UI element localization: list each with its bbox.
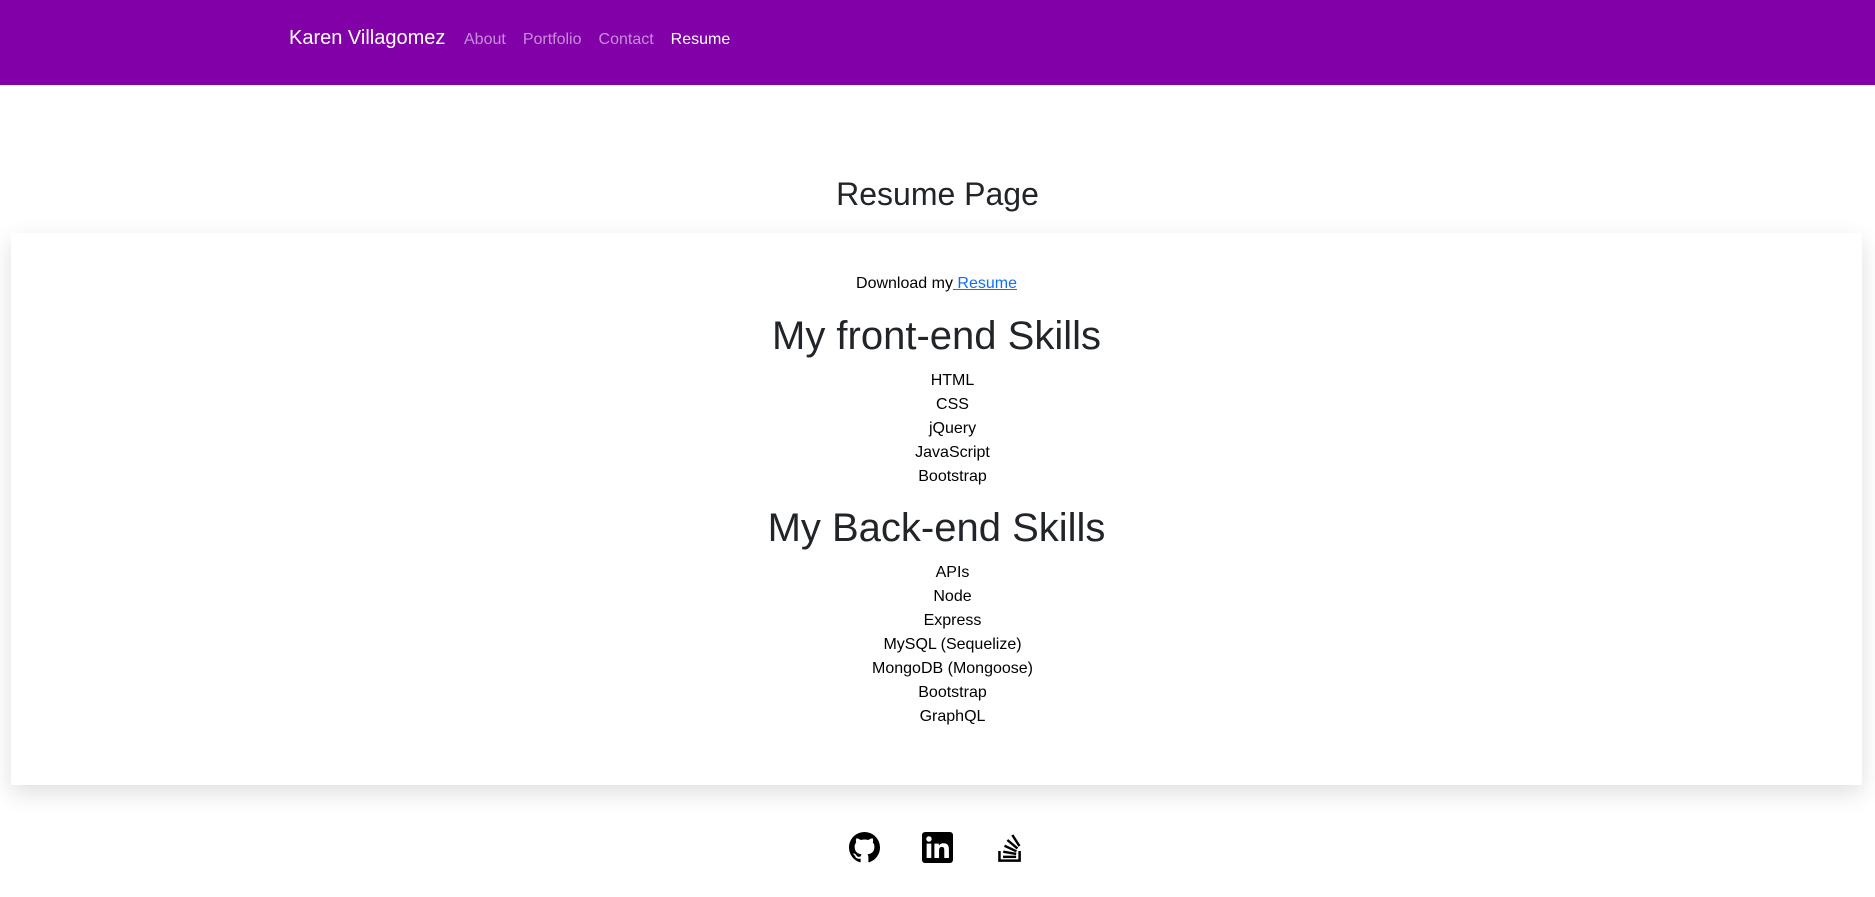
frontend-heading: My front-end Skills (772, 314, 1101, 358)
brand-link[interactable]: Karen Villagomez (289, 27, 445, 50)
list-item: APIs (935, 564, 970, 581)
resume-card: Download my Resume My front-end Skills H… (11, 233, 1862, 785)
backend-heading: My Back-end Skills (767, 506, 1106, 550)
nav-link-about[interactable]: About (464, 31, 506, 49)
list-item: Node (933, 588, 972, 605)
backend-skill-list: APIs Node Express MySQL (Sequelize) Mong… (11, 561, 1862, 729)
list-item: Bootstrap (918, 684, 987, 701)
list-item: HTML (930, 372, 975, 389)
frontend-skill-list: HTML CSS jQuery JavaScript Bootstrap (11, 369, 1862, 489)
stack-overflow-link[interactable] (995, 832, 1026, 863)
download-prefix: Download my (856, 275, 953, 292)
nav-link-contact[interactable]: Contact (599, 31, 654, 49)
linkedin-link[interactable] (922, 832, 953, 863)
navbar: Karen Villagomez About Portfolio Contact… (0, 0, 1875, 85)
nav-links: About Portfolio Contact Resume (464, 31, 747, 49)
nav-link-portfolio[interactable]: Portfolio (523, 31, 582, 49)
github-icon (849, 832, 880, 863)
github-link[interactable] (849, 832, 880, 863)
list-item: JavaScript (915, 444, 990, 461)
list-item: CSS (936, 396, 969, 413)
list-item: jQuery (928, 420, 977, 437)
linkedin-icon (922, 832, 953, 863)
list-item: MySQL (Sequelize) (883, 636, 1022, 653)
footer-social-links (0, 832, 1875, 864)
list-item: GraphQL (919, 708, 986, 725)
list-item: MongoDB (Mongoose) (872, 660, 1033, 677)
stack-overflow-icon (998, 834, 1021, 862)
list-item: Bootstrap (918, 468, 987, 485)
nav-link-resume[interactable]: Resume (671, 31, 731, 49)
download-line: Download my Resume (11, 275, 1862, 293)
page-title: Resume Page (836, 176, 1039, 212)
list-item: Express (923, 612, 982, 629)
resume-download-link[interactable]: Resume (953, 275, 1017, 292)
